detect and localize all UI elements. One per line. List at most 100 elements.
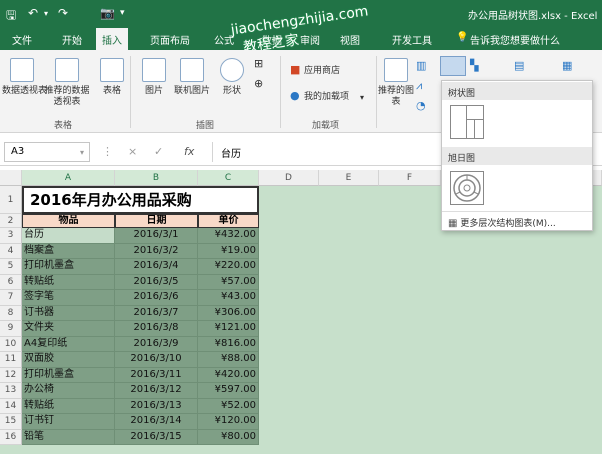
pie-chart-icon[interactable]: ◔ [416, 100, 426, 111]
table-cell[interactable]: 订书器 [22, 305, 115, 321]
row-header[interactable]: 5 [0, 259, 22, 275]
redo-icon[interactable]: ↷ [58, 6, 68, 20]
table-icon[interactable] [100, 58, 124, 82]
tell-me-box[interactable]: 告诉我您想要做什么 [470, 32, 560, 47]
table-cell[interactable]: 打印机墨盒 [22, 259, 115, 275]
hierarchy-chart-button[interactable] [440, 56, 466, 76]
sunburst-chart-option[interactable] [450, 171, 484, 205]
sheet-title-cell[interactable]: 2016年月办公用品采购 [22, 186, 259, 214]
my-addins-icon[interactable]: ● [290, 90, 300, 101]
select-all-corner[interactable] [0, 170, 22, 186]
table-cell[interactable]: 档案盒 [22, 243, 115, 259]
table-cell[interactable]: ¥120.00 [198, 414, 259, 430]
row-header[interactable]: 12 [0, 367, 22, 383]
insert-function-icon[interactable]: fx [184, 145, 194, 158]
my-addins-button[interactable]: 我的加载项 [304, 92, 349, 103]
shapes-icon[interactable] [220, 58, 244, 82]
row-header[interactable]: 8 [0, 305, 22, 321]
table-cell[interactable]: ¥52.00 [198, 398, 259, 414]
table-cell[interactable]: 文件夹 [22, 321, 115, 337]
table-cell[interactable]: 2016/3/13 [115, 398, 198, 414]
enter-icon[interactable]: ✓ [154, 145, 163, 158]
name-box[interactable]: A3 [4, 142, 90, 162]
column-header-c[interactable]: C [198, 170, 259, 186]
undo-dropdown-icon[interactable]: ▾ [44, 9, 48, 18]
table-cell[interactable]: 转贴纸 [22, 398, 115, 414]
row-header[interactable]: 4 [0, 243, 22, 259]
column-header-d[interactable]: D [259, 170, 319, 186]
row-header[interactable]: 15 [0, 414, 22, 430]
column-header-a[interactable]: A [22, 170, 115, 186]
pivot-table-icon[interactable] [10, 58, 34, 82]
undo-icon[interactable]: ↶ [28, 6, 38, 20]
row-header[interactable]: 10 [0, 336, 22, 352]
table-cell[interactable]: A4复印纸 [22, 336, 115, 352]
table-cell[interactable]: 2016/3/15 [115, 429, 198, 445]
online-picture-button[interactable]: 联机图片 [170, 86, 214, 97]
table-cell[interactable]: 2016/3/4 [115, 259, 198, 275]
table-cell[interactable]: 打印机墨盒 [22, 367, 115, 383]
header-cell-date[interactable]: 日期 [115, 214, 198, 228]
table-cell[interactable]: 2016/3/10 [115, 352, 198, 368]
row-header[interactable]: 9 [0, 321, 22, 337]
camera-icon[interactable]: 📷 [100, 6, 115, 20]
table-button[interactable]: 表格 [96, 86, 128, 97]
table-cell[interactable]: 2016/3/2 [115, 243, 198, 259]
table-cell[interactable]: ¥306.00 [198, 305, 259, 321]
table-cell[interactable]: ¥121.00 [198, 321, 259, 337]
header-cell-item[interactable]: 物品 [22, 214, 115, 228]
store-icon[interactable]: ■ [290, 64, 300, 75]
table-cell[interactable]: 2016/3/1 [115, 228, 198, 244]
waterfall-chart-icon[interactable]: ▚ [470, 60, 478, 71]
customize-qat-icon[interactable]: ▾ [120, 8, 125, 18]
pivot-chart-icon[interactable]: ▦ [562, 60, 572, 71]
table-cell[interactable]: 台历 [22, 228, 115, 244]
chevron-down-icon[interactable]: ▾ [80, 148, 84, 157]
chevron-down-icon[interactable]: ▾ [360, 92, 364, 103]
line-chart-icon[interactable]: ⩘ [416, 80, 422, 91]
store-button[interactable]: 应用商店 [304, 66, 340, 77]
online-picture-icon[interactable] [180, 58, 204, 82]
table-cell[interactable]: 签字笔 [22, 290, 115, 306]
table-cell[interactable]: 2016/3/8 [115, 321, 198, 337]
table-cell[interactable]: 2016/3/11 [115, 367, 198, 383]
combo-chart-icon[interactable]: ▤ [514, 60, 524, 71]
recommended-charts-button[interactable]: 推荐的图表 [378, 86, 414, 108]
table-cell[interactable]: 订书钉 [22, 414, 115, 430]
row-header[interactable]: 3 [0, 228, 22, 244]
recommended-charts-icon[interactable] [384, 58, 408, 82]
smartart-icon[interactable]: ⊞ [254, 58, 263, 69]
table-cell[interactable]: ¥220.00 [198, 259, 259, 275]
shapes-button[interactable]: 形状 [214, 86, 250, 97]
row-header[interactable]: 1 [0, 186, 22, 214]
more-hierarchy-charts-item[interactable]: ▦ 更多层次结构图表(M)... [448, 216, 556, 229]
tab-page-layout[interactable]: 页面布局 [150, 32, 190, 47]
table-cell[interactable]: 2016/3/5 [115, 274, 198, 290]
save-icon[interactable]: 🖫 [6, 6, 16, 27]
row-header[interactable]: 6 [0, 274, 22, 290]
table-cell[interactable]: 2016/3/9 [115, 336, 198, 352]
row-header[interactable]: 13 [0, 383, 22, 399]
table-cell[interactable]: ¥43.00 [198, 290, 259, 306]
picture-button[interactable]: 图片 [138, 86, 170, 97]
table-cell[interactable]: 2016/3/12 [115, 383, 198, 399]
column-header-e[interactable]: E [319, 170, 379, 186]
treemap-chart-option[interactable] [450, 105, 484, 139]
table-cell[interactable]: ¥432.00 [198, 228, 259, 244]
table-cell[interactable]: 2016/3/14 [115, 414, 198, 430]
row-header[interactable]: 7 [0, 290, 22, 306]
recommended-pivot-button[interactable]: 推荐的数据透视表 [42, 86, 92, 108]
table-cell[interactable]: 双面胶 [22, 352, 115, 368]
picture-icon[interactable] [142, 58, 166, 82]
row-header[interactable]: 16 [0, 429, 22, 445]
column-header-b[interactable]: B [115, 170, 198, 186]
recommended-pivot-icon[interactable] [55, 58, 79, 82]
table-cell[interactable]: 2016/3/6 [115, 290, 198, 306]
table-cell[interactable]: ¥597.00 [198, 383, 259, 399]
table-cell[interactable]: ¥57.00 [198, 274, 259, 290]
pivot-table-button[interactable]: 数据透视表 [2, 86, 47, 97]
table-cell[interactable]: ¥19.00 [198, 243, 259, 259]
row-header[interactable]: 14 [0, 398, 22, 414]
tab-insert[interactable]: 插入 [96, 28, 128, 50]
table-cell[interactable]: 铅笔 [22, 429, 115, 445]
